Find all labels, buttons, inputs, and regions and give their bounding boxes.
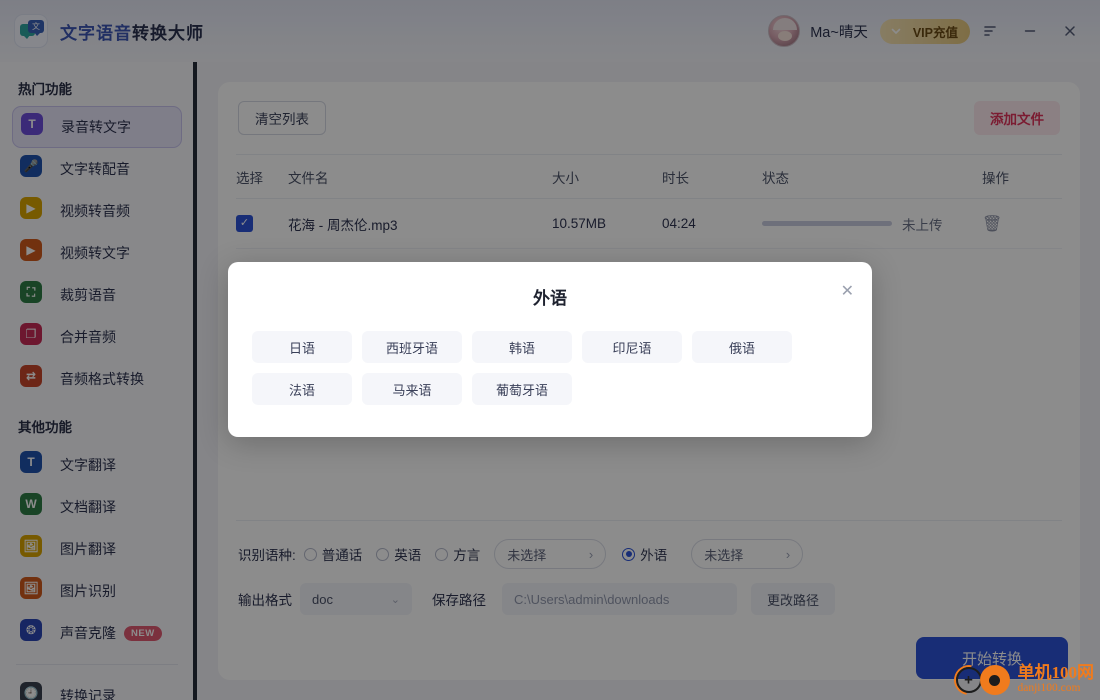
language-option-0[interactable]: 日语 (252, 331, 352, 363)
language-option-2[interactable]: 韩语 (472, 331, 572, 363)
disc-icon (979, 665, 1010, 695)
dialog-title: 外语 (533, 289, 567, 308)
watermark-en: danji100.com (1017, 681, 1081, 694)
language-option-5[interactable]: 法语 (252, 373, 352, 405)
language-option-6[interactable]: 马来语 (362, 373, 462, 405)
dialog-close-button[interactable]: ✕ (841, 284, 854, 300)
watermark-logo-icon (947, 659, 1016, 700)
language-option-7[interactable]: 葡萄牙语 (472, 373, 572, 405)
watermark-cn: 单机100网 (1017, 662, 1095, 682)
language-option-4[interactable]: 俄语 (692, 331, 792, 363)
plus-circle-icon (955, 667, 982, 693)
language-option-3[interactable]: 印尼语 (582, 331, 682, 363)
watermark: 单机100网 danji100.com (947, 659, 1095, 700)
foreign-language-dialog: 外语 ✕ 日语 西班牙语 韩语 印尼语 俄语法语 马来语 葡萄牙语 (228, 262, 872, 437)
watermark-text: 单机100网 danji100.com (1017, 662, 1095, 694)
language-button-grid: 日语 西班牙语 韩语 印尼语 俄语法语 马来语 葡萄牙语 (228, 309, 872, 405)
application-window: 文 文字语音转换大师 Ma~晴天 VIP充值 热门功能 T 录音转文字 🎤 文字… (0, 0, 1100, 700)
language-option-1[interactable]: 西班牙语 (362, 331, 462, 363)
